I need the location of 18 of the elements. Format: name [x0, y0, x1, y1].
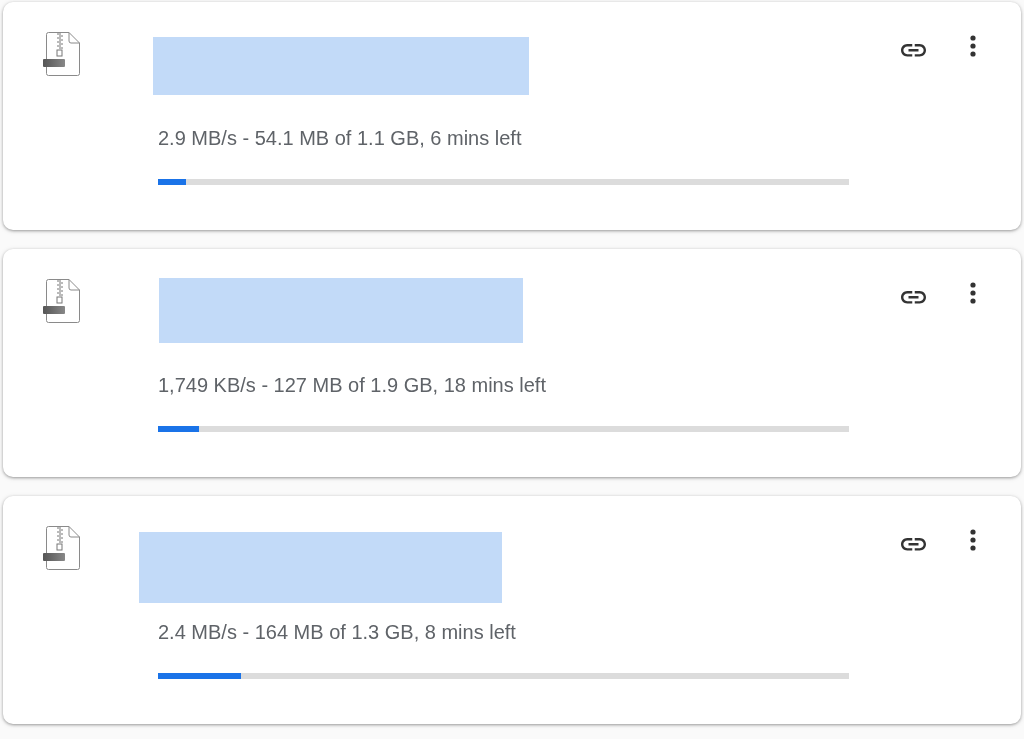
link-icon [901, 44, 926, 57]
link-button[interactable] [901, 44, 926, 57]
more-vertical-icon [970, 529, 976, 551]
more-vertical-icon [970, 282, 976, 304]
link-button[interactable] [901, 538, 926, 551]
download-status: 2.9 MB/s - 54.1 MB of 1.1 GB, 6 mins left [158, 126, 522, 150]
more-vertical-icon [970, 35, 976, 57]
link-icon [901, 291, 926, 304]
link-button[interactable] [901, 291, 926, 304]
download-status: 1,749 KB/s - 127 MB of 1.9 GB, 18 mins left [158, 373, 546, 397]
zip-file-icon [43, 279, 80, 323]
link-icon [901, 538, 926, 551]
more-button[interactable] [970, 282, 976, 304]
download-status: 2.4 MB/s - 164 MB of 1.3 GB, 8 mins left [158, 620, 516, 644]
zip-file-icon [43, 32, 80, 76]
zip-file-icon [43, 526, 80, 570]
more-button[interactable] [970, 529, 976, 551]
more-button[interactable] [970, 35, 976, 57]
